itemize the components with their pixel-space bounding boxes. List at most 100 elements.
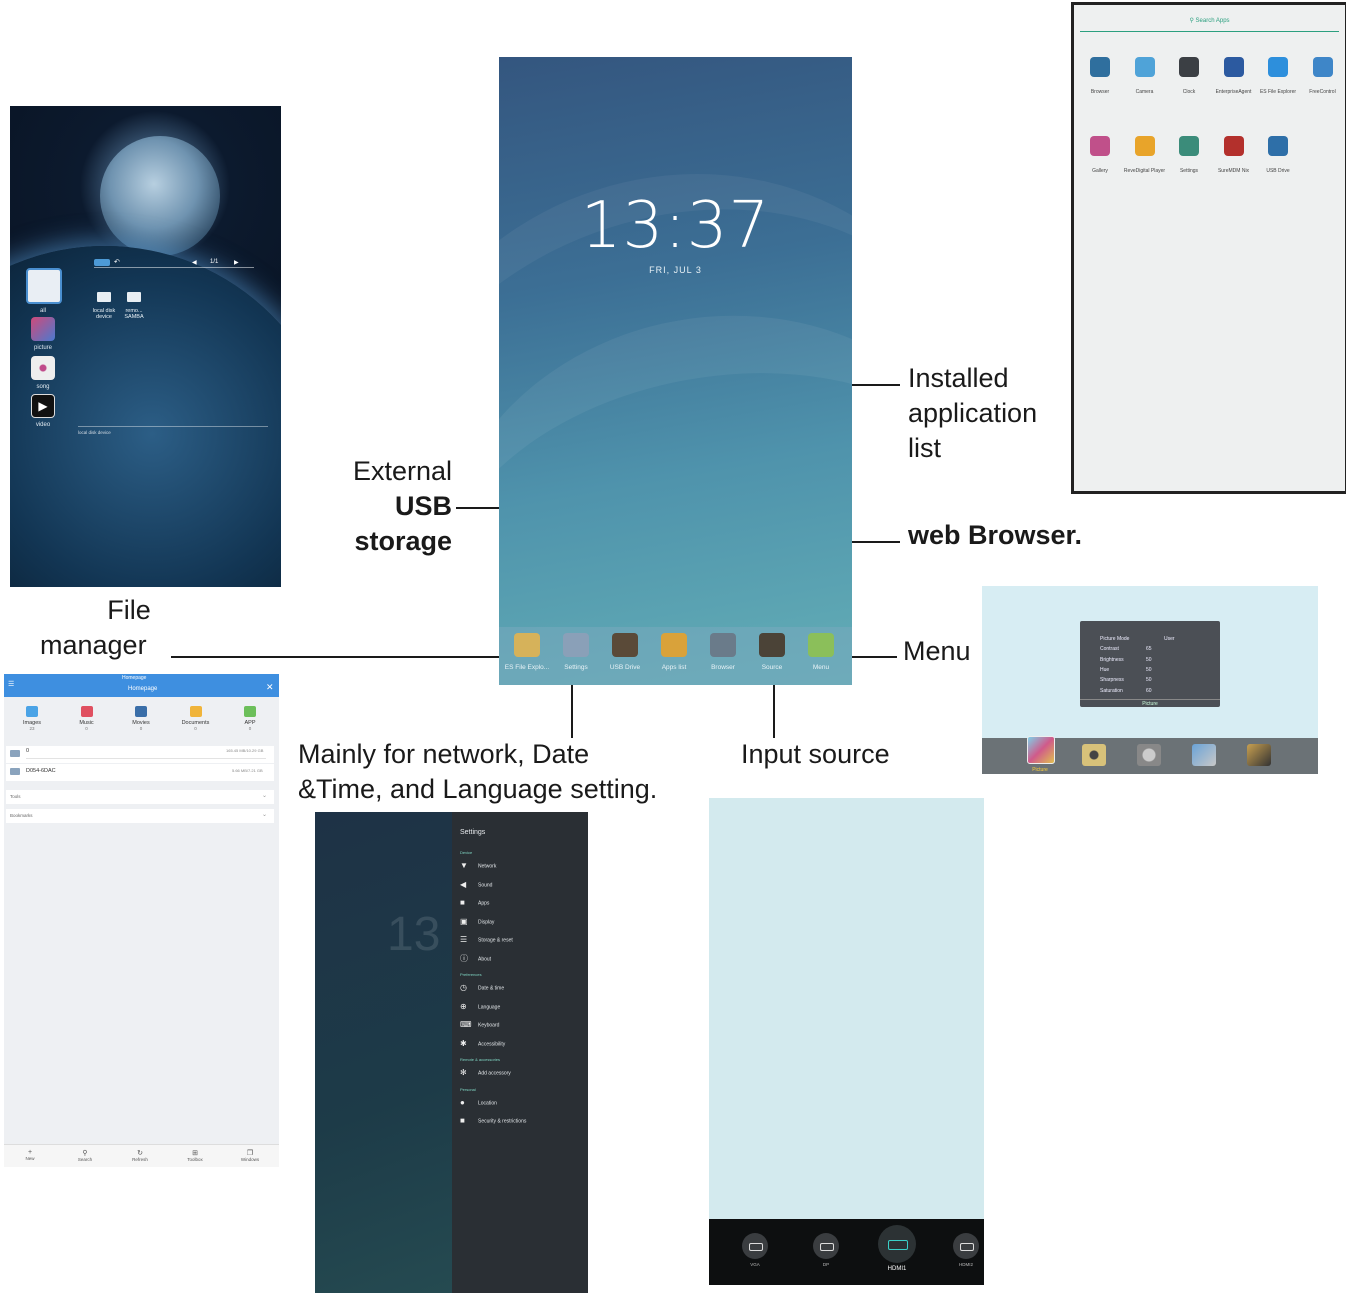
sidebar-item-all[interactable]: all — [26, 268, 62, 314]
storage-row[interactable]: 0 165.45 MB/10.29 GB — [6, 746, 274, 763]
menu-icon[interactable]: ☰ — [8, 680, 14, 688]
display-icon: ▣ — [460, 916, 468, 926]
settings-item-network[interactable]: ▼ Network — [460, 862, 496, 870]
app-name: Settings — [1179, 168, 1199, 174]
category-count: 0 — [194, 726, 197, 731]
sidebar-item-song[interactable]: song — [26, 356, 60, 390]
dock-label: Browser — [711, 664, 735, 671]
apps-icon: ■ — [460, 898, 465, 907]
setting-value[interactable]: User — [1164, 636, 1175, 642]
setting-value[interactable]: 50 — [1146, 677, 1152, 683]
dock-item-browser[interactable]: Browser — [699, 633, 747, 681]
section-header: Preferences — [460, 972, 482, 977]
dock-item-menu[interactable]: Menu — [797, 633, 845, 681]
settings-item-display[interactable]: ▣ Display — [460, 916, 494, 926]
usb-toggle-icon[interactable] — [94, 259, 110, 266]
sidebar-item-picture[interactable]: picture — [26, 317, 60, 351]
app-tile-es-file-explorer[interactable]: ES File Explorer — [1253, 57, 1303, 95]
folder-samba[interactable]: remo... SAMBA — [114, 292, 154, 320]
category-music[interactable]: Music 0 — [63, 706, 111, 731]
sidebar-label: picture — [33, 345, 52, 351]
setting-value[interactable]: 50 — [1146, 657, 1152, 663]
bookmarks-section[interactable]: Bookmarks ⌄ — [6, 809, 274, 823]
source-hdmi1[interactable]: HDMI1 — [872, 1225, 922, 1272]
source-hdmi2[interactable]: HDMI2 — [947, 1233, 985, 1267]
picture-tab-icon[interactable] — [1027, 736, 1055, 764]
file-manager-label: File — [98, 593, 160, 628]
settings-item-sound[interactable]: ◀ Sound — [460, 880, 492, 889]
settings-item-apps[interactable]: ■ Apps — [460, 899, 489, 907]
tools-section[interactable]: Tools ⌄ — [6, 790, 274, 804]
dock-item-usb-drive[interactable]: USB Drive — [601, 633, 649, 681]
tools-tab-icon[interactable] — [1192, 744, 1216, 766]
settings-item-keyboard[interactable]: ⌨ Keyboard — [460, 1021, 499, 1029]
background-clock: 13 — [387, 908, 441, 961]
picture-tab-label: Picture — [1032, 767, 1048, 773]
cable-tab-icon[interactable] — [1247, 744, 1271, 766]
prev-page-icon[interactable]: ◀ — [192, 259, 197, 266]
settings-item-label: Storage & reset — [478, 937, 513, 944]
close-icon[interactable]: ✕ — [266, 682, 274, 693]
settings-item-date-time[interactable]: ◷ Date & time — [460, 984, 504, 992]
settings-item-add-accessory[interactable]: ✻ Add accessory — [460, 1069, 511, 1077]
source-dp[interactable]: DP — [807, 1233, 845, 1267]
settings-item-security-restrictions[interactable]: ■ Security & restrictions — [460, 1117, 526, 1125]
app-tile-clock[interactable]: Clock — [1164, 57, 1214, 95]
settings-screen: 13 Settings Device ▼ Network ◀ Sound ■ Apps ▣ Di… — [315, 812, 588, 1293]
source-plug-icon — [759, 633, 785, 657]
apps-list-label: Installed application list — [908, 361, 1037, 466]
search-button[interactable]: ⚲ Search — [65, 1149, 105, 1162]
settings-item-about[interactable]: ⓘ About — [460, 954, 491, 963]
accessibility-icon: ✱ — [460, 1038, 467, 1048]
sound-tab-icon[interactable] — [1082, 744, 1106, 766]
browser-globe-icon — [710, 633, 736, 657]
storage-row[interactable]: D054-6DAC 5.66 MB/7.21 GB — [6, 764, 274, 781]
all-files-icon — [26, 268, 62, 304]
next-page-icon[interactable]: ▶ — [234, 259, 239, 266]
gears-tab-icon[interactable] — [1137, 744, 1161, 766]
setting-value[interactable]: 60 — [1146, 688, 1152, 694]
category-documents[interactable]: Documents 0 — [172, 706, 220, 731]
source-label: DP — [822, 1262, 830, 1267]
usb-label-line1: External — [352, 456, 452, 486]
app-tile-camera[interactable]: Camera — [1120, 57, 1170, 95]
dock-item-settings[interactable]: Settings — [552, 633, 600, 681]
es-file-explorer-icon — [514, 633, 540, 657]
category-movies[interactable]: Movies 0 — [117, 706, 165, 731]
app-tile-settings[interactable]: Settings — [1164, 136, 1214, 174]
video-clapper-icon: ▶ — [31, 394, 55, 418]
settings-item-accessibility[interactable]: ✱ Accessibility — [460, 1038, 505, 1048]
sidebar-item-video[interactable]: ▶ video — [26, 394, 60, 428]
app-icon — [1312, 57, 1333, 77]
setting-value[interactable]: 50 — [1146, 667, 1152, 673]
setting-label: Hue — [1100, 666, 1110, 673]
refresh-button[interactable]: ↻ Refresh — [120, 1149, 160, 1162]
source-vga[interactable]: VGA — [736, 1233, 774, 1267]
settings-item-language[interactable]: ⊕ Language — [460, 1002, 500, 1011]
dock-item-apps-list[interactable]: Apps list — [650, 633, 698, 681]
category-images[interactable]: Images 23 — [8, 706, 56, 731]
app-icon — [1223, 57, 1244, 77]
app-tile-usb-drive[interactable]: USB Drive — [1253, 136, 1303, 174]
windows-button[interactable]: ❐ Windows — [230, 1149, 270, 1162]
category-app[interactable]: APP 0 — [226, 706, 274, 731]
setting-value[interactable]: 65 — [1146, 646, 1152, 652]
app-name: ReveDigital Player — [1123, 168, 1166, 174]
back-icon[interactable]: ↶ — [114, 258, 120, 266]
app-tile-gallery[interactable]: Gallery — [1075, 136, 1125, 174]
file-manager-label-2: manager — [40, 628, 147, 663]
app-tile-freecontrol[interactable]: FreeControl — [1298, 57, 1346, 95]
dock-item-source[interactable]: Source — [748, 633, 796, 681]
dock-label: Apps list — [661, 664, 687, 671]
settings-item-location[interactable]: ● Location — [460, 1098, 497, 1107]
app-tile-browser[interactable]: Browser — [1075, 57, 1125, 95]
new-button[interactable]: + New — [10, 1149, 50, 1161]
app-tile-suremdm-nix[interactable]: SureMDM Nix — [1209, 136, 1259, 174]
app-tile-revedigital-player[interactable]: ReveDigital Player — [1120, 136, 1170, 174]
search-apps-field[interactable]: ⚲ Search Apps — [1080, 17, 1339, 32]
app-tile-enterpriseagent[interactable]: EnterpriseAgent — [1209, 57, 1259, 95]
movies-icon — [135, 706, 147, 717]
toolbox-button[interactable]: ⊞ Toolbox — [175, 1149, 215, 1162]
dock-item-es-file-explo-[interactable]: ES File Explo... — [503, 633, 551, 681]
settings-item-storage-reset[interactable]: ☰ Storage & reset — [460, 936, 513, 944]
